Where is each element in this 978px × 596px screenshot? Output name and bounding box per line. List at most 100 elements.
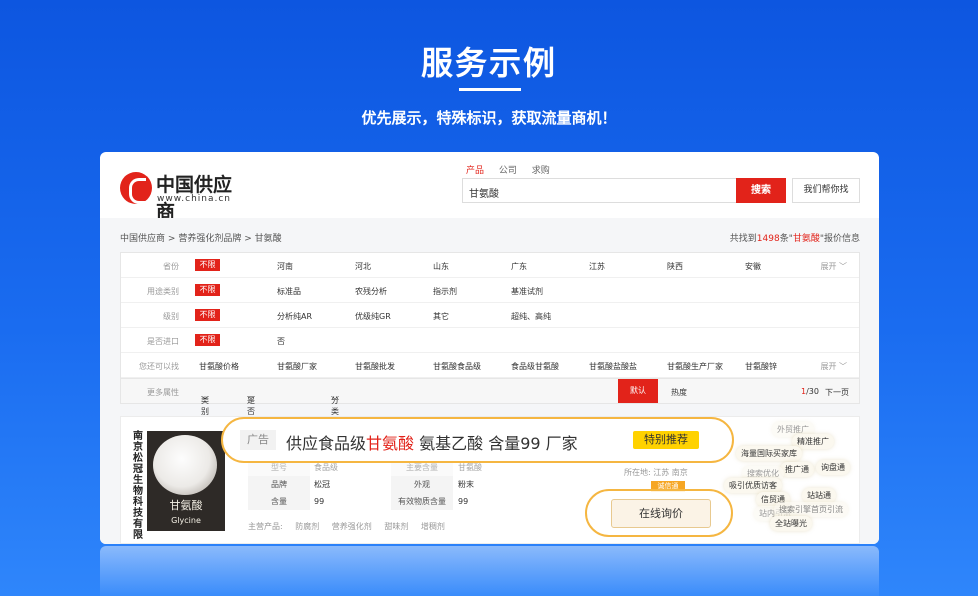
- filter-label: 您还可以找: [139, 362, 179, 371]
- breadcrumb: 中国供应商 > 营养强化剂品牌 > 甘氨酸: [120, 231, 282, 244]
- filter-any-tag[interactable]: 不限: [195, 309, 220, 321]
- search-button[interactable]: 搜索: [736, 178, 786, 203]
- filter-option[interactable]: 河北: [355, 261, 371, 272]
- filter-option[interactable]: 基准试剂: [511, 286, 543, 297]
- filter-option[interactable]: 其它: [433, 311, 449, 322]
- filter-any-tag[interactable]: 不限: [195, 259, 220, 271]
- company-name-vertical[interactable]: 南京松冠生物科技有限: [131, 431, 145, 541]
- filter-option[interactable]: 标准品: [277, 286, 301, 297]
- product-image-caption-en: Glycine: [171, 516, 201, 525]
- tab-buy-requests[interactable]: 求购: [532, 166, 550, 176]
- promo-word: 搜索引擎首页引流: [774, 502, 848, 517]
- promo-word-cloud: 外贸推广 精准推广 海量国际买家库 推广通 询盘通 搜索优化 吸引优质访客 信贸…: [720, 420, 860, 540]
- breadcrumb-sep: >: [244, 234, 252, 244]
- special-recommend-badge: 特别推荐: [633, 431, 699, 449]
- spec-key: 外观: [391, 476, 453, 493]
- promo-word: 询盘通: [816, 460, 850, 475]
- expand-link[interactable]: 展开 ﹀: [820, 361, 847, 372]
- hero-subtitle: 优先展示，特殊标识，获取流量商机！: [361, 109, 617, 127]
- filter-row-grade: 级别 不限 分析纯AR 优级纯GR 其它 超纯、高纯: [121, 303, 859, 328]
- sort-popularity-button[interactable]: 热度: [671, 387, 687, 398]
- main-products: 主营产品: 防腐剂 营养强化剂 甜味剂 增稠剂: [248, 521, 455, 532]
- filter-option[interactable]: 广东: [511, 261, 527, 272]
- promo-word: 全站曝光: [770, 516, 812, 531]
- more-attributes-label: 更多属性: [147, 388, 179, 397]
- spec-value: 松冠: [314, 480, 330, 489]
- filter-any-tag[interactable]: 不限: [195, 334, 220, 346]
- expand-link[interactable]: 展开 ﹀: [820, 261, 847, 272]
- spec-key: 有效物质含量: [391, 493, 453, 510]
- related-search-link[interactable]: 甘氨酸生产厂家: [667, 361, 723, 372]
- filter-option[interactable]: 安徽: [745, 261, 761, 272]
- spec-row: 含量 99 有效物质含量 99: [248, 493, 534, 510]
- main-product-link[interactable]: 甜味剂: [384, 522, 408, 531]
- logo[interactable]: 中国供应商 www.china.cn: [120, 170, 250, 223]
- spec-value: 99: [314, 497, 325, 506]
- chevron-down-icon: ﹀: [839, 262, 847, 271]
- filter-option[interactable]: 陕西: [667, 261, 683, 272]
- filter-option[interactable]: 否: [277, 336, 285, 347]
- filter-row-import: 是否进口 不限 否: [121, 328, 859, 353]
- spec-row: 品牌 松冠 外观 粉末: [248, 476, 534, 493]
- tab-products[interactable]: 产品: [466, 166, 484, 176]
- spec-value: 粉末: [458, 480, 474, 489]
- hero-divider: [459, 88, 521, 91]
- filter-option[interactable]: 优级纯GR: [355, 311, 391, 322]
- promo-word: 站站通: [802, 488, 836, 503]
- filter-option[interactable]: 江苏: [589, 261, 605, 272]
- filter-label: 省份: [163, 262, 179, 271]
- filter-label: 用途类别: [147, 287, 179, 296]
- next-page-button[interactable]: 下一页: [825, 387, 849, 398]
- powder-image: [153, 435, 217, 495]
- breadcrumb-current: 甘氨酸: [254, 234, 282, 244]
- main-product-link[interactable]: 防腐剂: [295, 522, 319, 531]
- spec-key: 含量: [248, 493, 310, 510]
- chevron-down-icon: ﹀: [839, 362, 847, 371]
- promo-word: 吸引优质访客: [724, 478, 782, 493]
- chevron-down-icon: ﹀: [331, 396, 339, 405]
- related-search-link[interactable]: 甘氨酸价格: [199, 361, 239, 372]
- location-text: 所在地: 江苏 南京: [624, 468, 688, 477]
- breadcrumb-category[interactable]: 营养强化剂品牌: [178, 234, 241, 244]
- filter-option[interactable]: 山东: [433, 261, 449, 272]
- related-search-link[interactable]: 甘氨酸厂家: [277, 361, 317, 372]
- main-product-link[interactable]: 营养强化剂: [332, 522, 372, 531]
- breadcrumb-home[interactable]: 中国供应商: [120, 234, 165, 244]
- related-search-link[interactable]: 食品级甘氨酸: [511, 361, 559, 372]
- hero-title: 服务示例: [420, 44, 557, 82]
- related-search-link[interactable]: 甘氨酸盐酸盐: [589, 361, 637, 372]
- filter-label: 级别: [163, 312, 179, 321]
- filter-option[interactable]: 分析纯AR: [277, 311, 312, 322]
- filter-option[interactable]: 指示剂: [433, 286, 457, 297]
- promo-word: 推广通: [780, 462, 814, 477]
- filter-any-tag[interactable]: 不限: [195, 284, 220, 296]
- chevron-down-icon: ﹀: [247, 396, 255, 405]
- filter-option[interactable]: 超纯、高纯: [511, 311, 551, 322]
- promo-word: 海量国际买家库: [736, 446, 802, 461]
- inquiry-button[interactable]: 在线询价: [611, 499, 711, 528]
- related-search-link[interactable]: 甘氨酸锌: [745, 361, 777, 372]
- main-products-label: 主营产品:: [248, 522, 283, 531]
- screenshot-card: 中国供应商 www.china.cn 产品 公司 求购 甘氨酸 搜索 我们帮你找…: [100, 152, 879, 544]
- spec-key: 品牌: [248, 476, 310, 493]
- sort-default-button[interactable]: 默认: [618, 379, 658, 403]
- search-tabs: 产品 公司 求购: [466, 163, 562, 176]
- product-image-caption: 甘氨酸: [169, 499, 203, 512]
- chevron-down-icon: ﹀: [201, 396, 209, 405]
- page-indicator: 1/30: [801, 387, 819, 396]
- filter-row-province: 省份 不限 河南 河北 山东 广东 江苏 陕西 安徽 展开 ﹀: [121, 253, 859, 278]
- related-search-link[interactable]: 甘氨酸食品级: [433, 361, 481, 372]
- result-count: 共找到1498条"甘氨酸"报价信息: [729, 234, 860, 244]
- ad-highlight-callout[interactable]: 广告 供应食品级甘氨酸 氨基乙酸 含量99 厂家 特别推荐: [221, 417, 734, 463]
- tab-companies[interactable]: 公司: [499, 166, 517, 176]
- filter-option[interactable]: 农残分析: [355, 286, 387, 297]
- help-find-button[interactable]: 我们帮你找: [792, 178, 860, 203]
- ad-title[interactable]: 供应食品级甘氨酸 氨基乙酸 含量99 厂家: [286, 430, 578, 454]
- related-search-link[interactable]: 甘氨酸批发: [355, 361, 395, 372]
- main-product-link[interactable]: 增稠剂: [421, 522, 445, 531]
- breadcrumb-sep: >: [167, 234, 176, 244]
- filter-option[interactable]: 河南: [277, 261, 293, 272]
- filter-row-related: 您还可以找 甘氨酸价格 甘氨酸厂家 甘氨酸批发 甘氨酸食品级 食品级甘氨酸 甘氨…: [121, 353, 859, 378]
- spec-value: 99: [458, 497, 469, 506]
- product-image[interactable]: 甘氨酸 Glycine: [147, 431, 225, 531]
